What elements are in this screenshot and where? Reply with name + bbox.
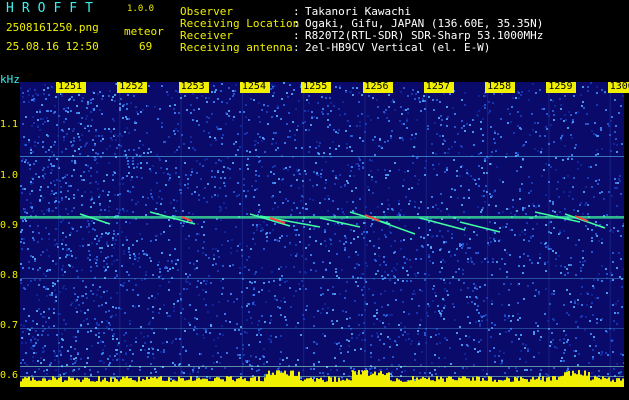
- x-tick-label: 1255: [303, 81, 328, 92]
- y-tick-label: 1.1: [0, 119, 19, 130]
- y-tick-label: 0.6: [0, 370, 19, 381]
- y-tick-label: 0.7: [0, 320, 19, 331]
- x-tick-label: 1253: [180, 81, 205, 92]
- x-tick-label: 1256: [364, 81, 389, 92]
- x-tick-label: 1252: [119, 81, 144, 92]
- x-tick-label: 1251: [58, 81, 83, 92]
- x-tick-label: 1300: [609, 81, 629, 92]
- antenna-colon: :: [293, 41, 300, 54]
- x-tick-label: 1257: [425, 81, 450, 92]
- meteor-count: 69: [139, 40, 153, 53]
- file-name: 2508161250.png: [6, 21, 99, 34]
- spectrogram: [20, 82, 624, 387]
- spectrogram-canvas: [20, 82, 624, 387]
- app-logo: HROFFT: [6, 1, 101, 16]
- x-tick-label: 1258: [487, 81, 512, 92]
- x-tick-label: 1259: [548, 81, 573, 92]
- y-axis-unit: kHz: [0, 73, 20, 86]
- y-tick-label: 0.9: [0, 220, 19, 231]
- y-tick-label: 1.0: [0, 170, 19, 181]
- mode-label: meteor: [124, 25, 164, 38]
- antenna-value: 2el-HB9CV Vertical (el. E-W): [305, 41, 491, 54]
- app-version: 1.0.0: [127, 4, 155, 14]
- date-time: 25.08.16 12:50: [6, 40, 99, 53]
- antenna-label: Receiving antenna: [180, 41, 293, 54]
- y-tick-label: 0.8: [0, 270, 19, 281]
- x-tick-label: 1254: [241, 81, 266, 92]
